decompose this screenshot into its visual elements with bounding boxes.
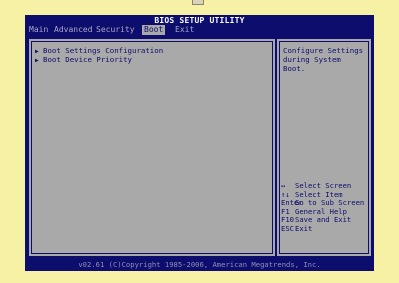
submenu-arrow-icon: ▶ bbox=[35, 57, 39, 64]
key-action: Exit bbox=[295, 223, 313, 233]
bios-window: BIOS SETUP UTILITY Main Advanced Securit… bbox=[25, 15, 374, 271]
key-label: ESC bbox=[281, 223, 294, 233]
key-row-esc: ESCExit bbox=[281, 223, 371, 234]
page-tab bbox=[192, 0, 204, 5]
entry-label: Boot Settings Configuration bbox=[43, 46, 164, 55]
bios-title: BIOS SETUP UTILITY bbox=[154, 16, 245, 25]
help-description: Configure Settings during System Boot. bbox=[283, 46, 364, 73]
main-panel: ▶ Boot Settings Configuration ▶ Boot Devic… bbox=[29, 39, 275, 256]
entry-label: Boot Device Priority bbox=[43, 55, 132, 64]
menu-security[interactable]: Security bbox=[94, 25, 137, 35]
menu-boot[interactable]: Boot bbox=[142, 25, 166, 35]
menu-advanced[interactable]: Advanced bbox=[52, 25, 95, 35]
boot-menu-list: ▶ Boot Settings Configuration ▶ Boot Devic… bbox=[35, 46, 163, 64]
copyright-footer: v02.61 (C)Copyright 1985-2006, American … bbox=[78, 260, 321, 269]
help-panel: Configure Settings during System Boot. ↔… bbox=[277, 39, 371, 256]
key-legend: ↔ Select Screen ↑↓ Select Item EnterGo to … bbox=[281, 181, 371, 234]
menu-bar: Main Advanced Security Boot Exit bbox=[25, 25, 374, 35]
boot-settings-configuration-item[interactable]: ▶ Boot Settings Configuration bbox=[35, 46, 163, 55]
main-panel-border bbox=[31, 41, 273, 254]
menu-main[interactable]: Main bbox=[27, 25, 50, 35]
boot-device-priority-item[interactable]: ▶ Boot Device Priority bbox=[35, 55, 163, 64]
menu-exit[interactable]: Exit bbox=[173, 25, 196, 35]
